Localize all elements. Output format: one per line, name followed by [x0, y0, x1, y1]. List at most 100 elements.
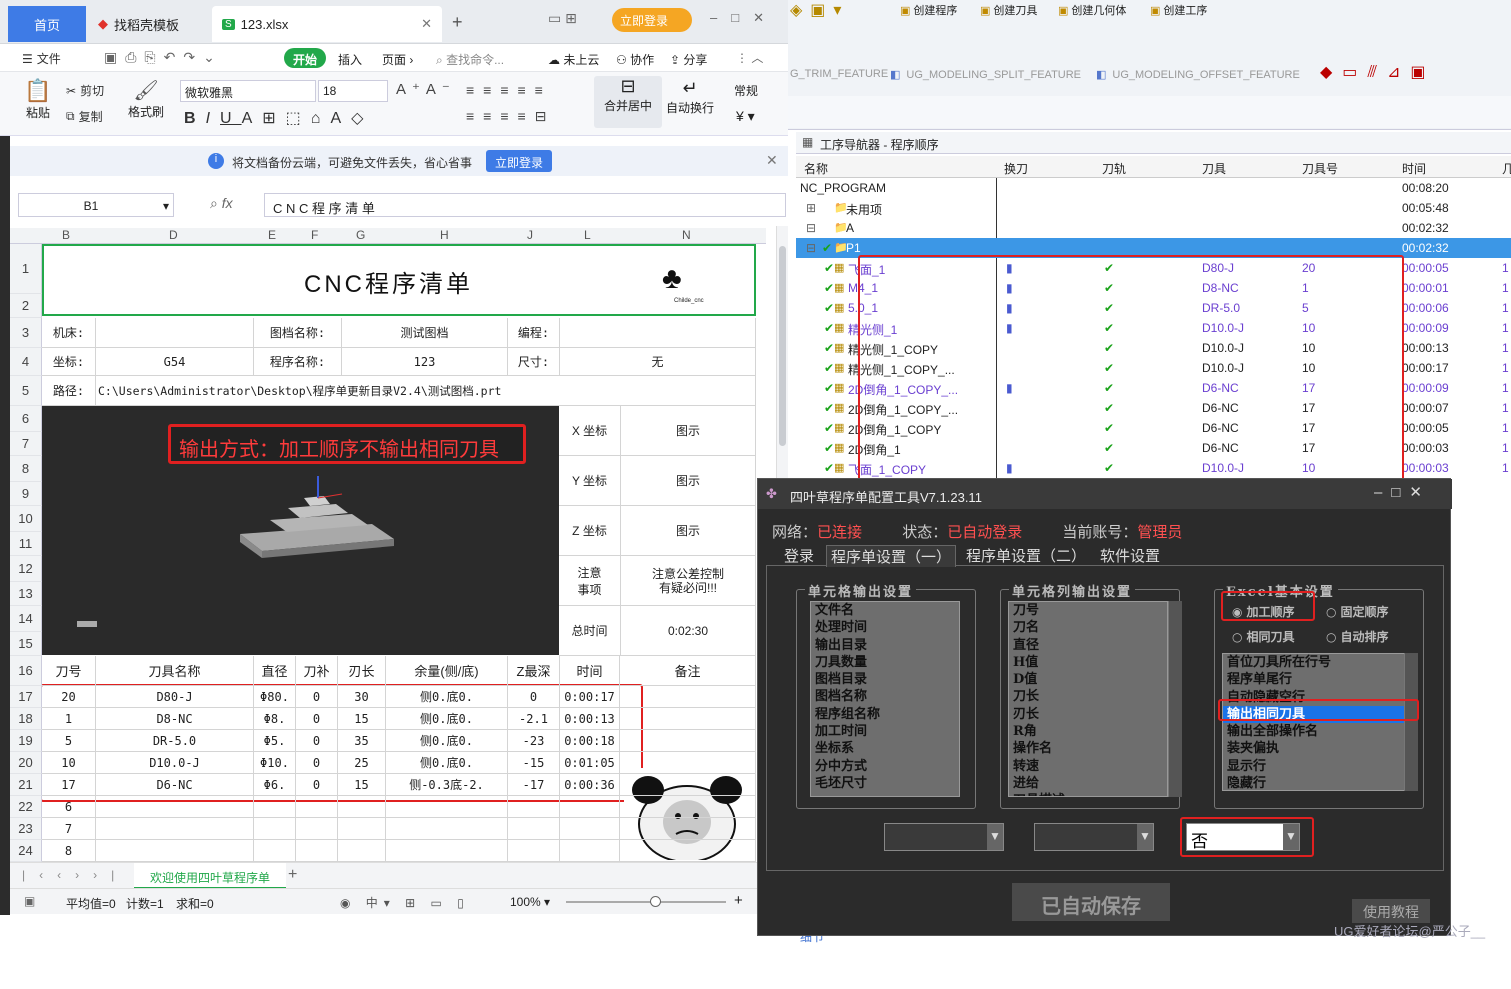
notice-login-button[interactable]: 立即登录 — [486, 150, 552, 172]
radio-option[interactable]: ○ 相同刀具 — [1232, 628, 1295, 645]
list-item[interactable]: 刀号 — [1013, 602, 1167, 619]
side-label[interactable]: Y 坐标 — [559, 456, 621, 506]
table-cell[interactable]: 0 — [296, 686, 338, 708]
table-cell[interactable]: 0 — [296, 752, 338, 774]
table-cell[interactable] — [508, 796, 560, 818]
copy-button[interactable]: ⧉ 复制 — [66, 108, 103, 125]
more-icon[interactable]: ⋮ ︿ — [736, 49, 763, 66]
table-cell[interactable] — [620, 752, 756, 774]
table-cell[interactable] — [296, 796, 338, 818]
operation-name[interactable]: NC_PROGRAM — [800, 181, 886, 195]
list-item[interactable]: 刀具描述 — [1013, 792, 1167, 796]
font-size-buttons[interactable]: A⁺A⁻ — [396, 80, 456, 98]
machine-label[interactable]: 机床: — [42, 318, 96, 348]
table-cell[interactable]: 0:00:17 — [560, 686, 620, 708]
list-item[interactable]: 处理时间 — [815, 619, 959, 636]
zoom-level[interactable]: 100% ▾ — [510, 895, 550, 909]
tab-insert[interactable]: 插入 — [338, 51, 362, 68]
table-cell[interactable] — [296, 840, 338, 862]
cell-output-list[interactable]: 文件名 处理时间 输出目录 刀具数量 图档目录 图档名称 程序组名称 加工时间 坐标系 分中方式毛… — [810, 601, 960, 797]
table-cell[interactable]: Φ8. — [254, 708, 296, 730]
auto-save-button[interactable]: 已自动保存 — [1012, 883, 1170, 921]
table-cell[interactable] — [386, 818, 508, 840]
table-cell[interactable]: 0 — [296, 774, 338, 796]
table-cell[interactable]: 5 — [42, 730, 96, 752]
list-item[interactable]: 进给 — [1013, 775, 1167, 792]
table-cell[interactable]: 1 — [42, 708, 96, 730]
zoom-slider[interactable] — [566, 896, 726, 907]
command-search[interactable]: ⌕ 查找命令... — [436, 51, 504, 68]
side-label[interactable]: 注意 事项 — [559, 556, 621, 606]
table-cell[interactable]: D10.0-J — [96, 752, 254, 774]
row-number[interactable]: 10 — [10, 506, 42, 532]
side-value[interactable]: 0:02:30 — [621, 606, 756, 656]
table-cell[interactable]: D6-NC — [96, 774, 254, 796]
row-number[interactable]: 18 — [10, 708, 42, 730]
table-cell[interactable]: -23 — [508, 730, 560, 752]
table-cell[interactable] — [560, 818, 620, 840]
tab-start[interactable]: 开始 — [284, 48, 326, 68]
list-item[interactable]: 输出目录 — [815, 637, 959, 654]
table-cell[interactable]: 0:01:05 — [560, 752, 620, 774]
radio-option[interactable]: ○ 固定顺序 — [1326, 603, 1389, 620]
table-header[interactable]: 刀补 — [296, 656, 338, 686]
table-header[interactable]: 刀具名称 — [96, 656, 254, 686]
font-size-select[interactable]: 18 — [318, 80, 388, 102]
table-cell[interactable]: 0:00:13 — [560, 708, 620, 730]
sheet-tab-active[interactable]: 欢迎使用四叶草程序单 — [134, 863, 286, 889]
table-cell[interactable]: D80-J — [96, 686, 254, 708]
dialog-tab[interactable]: 软件设置 — [1096, 545, 1164, 566]
table-cell[interactable]: 0 — [296, 730, 338, 752]
table-cell[interactable]: 25 — [338, 752, 386, 774]
row-number[interactable]: 12 — [10, 556, 42, 582]
format-painter-button[interactable]: 🖌 格式刷 — [128, 78, 164, 120]
excel-options-list[interactable]: 首位刀具所在行号 程序单尾行 自动隐藏空行 输出相同刀具 输出全部操作名 装夹偏执 显示行隐… — [1222, 653, 1408, 791]
align-buttons[interactable]: ≡≡≡≡≡ — [466, 82, 552, 98]
list-item[interactable]: 坐标系 — [815, 740, 959, 757]
row-number[interactable]: 5 — [10, 376, 42, 406]
list-item[interactable]: R角 — [1013, 723, 1167, 740]
list-item[interactable]: 隐藏行 — [1227, 775, 1407, 790]
column-output-list[interactable]: 刀号刀名直径H值D值刀长刃长R角操作名转速进给刀具描述 — [1008, 601, 1168, 797]
tab-page[interactable]: 页面 › — [382, 51, 413, 68]
nav-row[interactable]: ⊟ 📁 A 00:02:32 — [796, 218, 1511, 238]
table-cell[interactable]: Φ5. — [254, 730, 296, 752]
program-name-label[interactable]: 程序名称: — [254, 348, 342, 376]
table-cell[interactable] — [508, 818, 560, 840]
side-value[interactable]: 图示 — [621, 456, 756, 506]
list-item[interactable]: 程序组名称 — [815, 706, 959, 723]
dialog-window-controls[interactable]: –□✕ — [1374, 483, 1431, 501]
table-cell[interactable]: 15 — [338, 708, 386, 730]
nx-toolbar-button[interactable]: ▣ 创建程序 — [900, 2, 957, 18]
list-item[interactable]: 装夹偏执 — [1227, 740, 1407, 757]
table-cell[interactable] — [560, 840, 620, 862]
row-number[interactable]: 13 — [10, 582, 42, 606]
table-cell[interactable]: 0:00:36 — [560, 774, 620, 796]
list-item[interactable]: 文件名 — [815, 602, 959, 619]
column-letter[interactable]: F — [311, 228, 318, 242]
table-header[interactable]: 刀号 — [42, 656, 96, 686]
table-cell[interactable] — [620, 708, 756, 730]
side-value[interactable]: 图示 — [621, 506, 756, 556]
operation-name[interactable]: P1 — [846, 241, 861, 255]
paste-button[interactable]: 📋 粘贴 — [22, 78, 54, 121]
table-cell[interactable]: -2.1 — [508, 708, 560, 730]
table-cell[interactable]: 0 — [508, 686, 560, 708]
list-item[interactable]: 图档目录 — [815, 671, 959, 688]
column-letter[interactable]: J — [527, 228, 533, 242]
column-letter[interactable]: H — [440, 228, 449, 242]
zoom-in-icon[interactable]: + — [734, 892, 743, 909]
close-tab-icon[interactable]: ✕ — [421, 16, 432, 32]
programmer-label[interactable]: 编程: — [508, 318, 560, 348]
nx-toolbar-button[interactable]: ▣ 创建刀具 — [980, 2, 1037, 18]
list-item[interactable]: 刀名 — [1013, 619, 1167, 636]
title-cell[interactable]: CNC程序清单 ♣ Childe_cnc — [42, 244, 756, 316]
list-item[interactable]: 分中方式 — [815, 758, 959, 775]
list-item[interactable]: 操作名 — [1013, 740, 1167, 757]
table-cell[interactable]: 15 — [338, 774, 386, 796]
cloud-status[interactable]: ☁ 未上云 — [548, 51, 599, 68]
table-cell[interactable] — [560, 796, 620, 818]
table-cell[interactable] — [386, 796, 508, 818]
side-label[interactable]: X 坐标 — [559, 406, 621, 456]
list-item[interactable]: 程序单尾行 — [1227, 671, 1407, 688]
